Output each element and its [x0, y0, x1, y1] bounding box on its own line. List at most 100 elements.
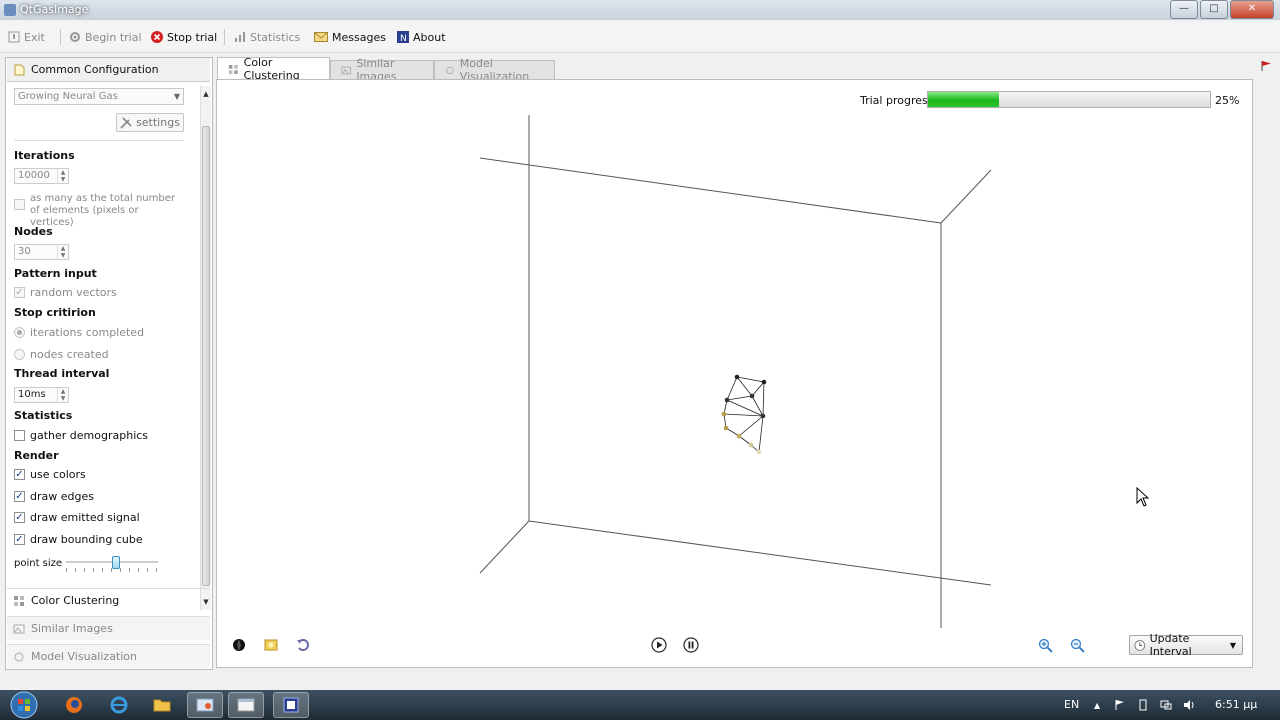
maximize-button[interactable]: □: [1200, 0, 1228, 19]
trial-progress-fill: [928, 92, 999, 107]
use-colors-checkbox[interactable]: ✓ use colors: [14, 468, 86, 481]
zoom-in-icon[interactable]: [1037, 637, 1053, 653]
stop-icon: [151, 31, 163, 43]
exit-label: Exit: [24, 30, 45, 44]
taskbar-window[interactable]: [228, 692, 264, 718]
random-vectors-checkbox[interactable]: ✓ random vectors: [14, 286, 117, 299]
statistics-label: Statistics: [250, 30, 301, 44]
taskbar-about[interactable]: [273, 692, 309, 718]
thread-interval-heading: Thread interval: [14, 367, 110, 380]
flag-icon[interactable]: [1260, 60, 1272, 72]
algorithm-select[interactable]: Growing Neural Gas ▼: [14, 88, 184, 105]
checkbox-box[interactable]: ✓: [14, 287, 25, 298]
color-wheel-icon[interactable]: [231, 637, 247, 653]
messages-button[interactable]: Messages: [314, 29, 386, 45]
radio-button[interactable]: [14, 349, 25, 360]
minimize-button[interactable]: —: [1170, 0, 1198, 19]
taskbar-explorer[interactable]: [144, 692, 180, 718]
thread-interval-value: 10ms: [18, 389, 46, 400]
statistics-button[interactable]: Statistics: [234, 29, 300, 45]
window-controls: — □ ✕: [1170, 0, 1274, 19]
section-color-clustering[interactable]: Color Clustering: [7, 588, 210, 612]
document-icon: [14, 64, 25, 75]
checkbox-box[interactable]: ✓: [14, 512, 25, 523]
pause-icon[interactable]: [683, 637, 699, 653]
start-button[interactable]: [6, 690, 42, 720]
iterations-completed-label: iterations completed: [30, 326, 145, 339]
taskbar-firefox[interactable]: [56, 692, 92, 718]
random-vectors-label: random vectors: [30, 286, 117, 299]
iterations-spinbox[interactable]: 10000 ▲ ▼: [14, 168, 69, 184]
firefox-icon: [66, 697, 82, 713]
play-icon[interactable]: [651, 637, 667, 653]
begin-trial-button[interactable]: Begin trial: [69, 29, 142, 45]
volume-icon[interactable]: [1183, 699, 1195, 711]
draw-edges-checkbox[interactable]: ✓ draw edges: [14, 490, 94, 503]
snapshot-icon[interactable]: [263, 637, 279, 653]
section-label: Similar Images: [31, 622, 113, 635]
section-model-visualization[interactable]: Model Visualization: [7, 644, 210, 668]
trial-progress-label: Trial progress: [860, 94, 934, 107]
checkbox-box[interactable]: ✓: [14, 469, 25, 480]
panel-scrollbar[interactable]: ▲ ▼: [200, 86, 211, 610]
nodes-heading: Nodes: [14, 225, 53, 238]
spin-arrows-icon[interactable]: ▲ ▼: [57, 388, 68, 402]
point-size-label: point size: [14, 558, 63, 569]
nodes-value: 30: [18, 246, 31, 257]
scroll-up-icon[interactable]: ▲: [202, 90, 210, 98]
nodes-spinbox[interactable]: 30 ▲ ▼: [14, 244, 69, 260]
checkbox-box[interactable]: ✓: [14, 534, 25, 545]
spin-arrows-icon[interactable]: ▲ ▼: [57, 169, 68, 183]
windows-logo-icon: [10, 691, 38, 719]
checkbox-box[interactable]: [14, 199, 25, 210]
pattern-input-heading: Pattern input: [14, 267, 97, 280]
tab-color-clustering[interactable]: Color Clustering: [217, 56, 330, 82]
zoom-out-icon[interactable]: [1069, 637, 1085, 653]
divider: [14, 140, 184, 141]
app-icon: [4, 4, 16, 16]
exit-icon: [8, 31, 20, 43]
show-hidden-icons-icon[interactable]: ▲: [1094, 701, 1100, 710]
taskbar-ie[interactable]: [101, 692, 137, 718]
network-icon[interactable]: [1160, 699, 1172, 711]
images-icon: [13, 624, 25, 633]
tab-similar-images[interactable]: Similar Images: [330, 57, 434, 83]
settings-button[interactable]: settings: [116, 113, 184, 132]
language-indicator[interactable]: EN: [1064, 698, 1079, 711]
section-common-configuration[interactable]: Common Configuration: [7, 58, 210, 82]
images-icon: [341, 66, 351, 74]
clock[interactable]: 6:51 μμ: [1215, 698, 1257, 711]
slider-handle[interactable]: [112, 556, 120, 569]
section-similar-images[interactable]: Similar Images: [7, 616, 210, 640]
folder-icon: [153, 699, 171, 712]
configuration-panel: Common Configuration Growing Neural Gas …: [5, 57, 213, 670]
close-button[interactable]: ✕: [1230, 0, 1274, 19]
checkbox-box[interactable]: ✓: [14, 491, 25, 502]
update-interval-dropdown[interactable]: Update Interval ▼: [1129, 632, 1243, 658]
draw-bounding-cube-checkbox[interactable]: ✓ draw bounding cube: [14, 533, 143, 546]
gas-3d-view[interactable]: [217, 80, 1252, 667]
scroll-thumb[interactable]: [202, 126, 210, 586]
nodes-created-label: nodes created: [30, 348, 109, 361]
action-center-flag-icon[interactable]: [1114, 699, 1126, 711]
nodes-created-radio[interactable]: nodes created: [14, 348, 109, 361]
exit-button[interactable]: Exit: [8, 29, 45, 45]
usb-device-icon[interactable]: [1137, 699, 1149, 711]
point-size-slider[interactable]: [66, 556, 158, 576]
gather-demographics-checkbox[interactable]: gather demographics: [14, 429, 148, 442]
checkbox-box[interactable]: [14, 430, 25, 441]
spin-arrows-icon[interactable]: ▲ ▼: [57, 245, 68, 259]
as-many-checkbox[interactable]: as many as the total number of elements …: [14, 193, 184, 229]
update-interval-label: Update Interval: [1149, 632, 1192, 658]
tools-icon: [120, 116, 132, 129]
rotate-icon[interactable]: [295, 637, 311, 653]
thread-interval-spinbox[interactable]: 10ms ▲ ▼: [14, 387, 69, 403]
iterations-completed-radio[interactable]: iterations completed: [14, 326, 144, 339]
draw-emitted-signal-checkbox[interactable]: ✓ draw emitted signal: [14, 511, 140, 524]
tab-model-visualization[interactable]: Model Visualization: [434, 57, 555, 83]
taskbar-qtgasimage[interactable]: [187, 692, 223, 718]
stop-trial-button[interactable]: Stop trial: [151, 29, 217, 45]
about-button[interactable]: N About: [397, 29, 446, 45]
mouse-cursor-icon: [1136, 487, 1150, 507]
radio-button[interactable]: [14, 327, 25, 338]
